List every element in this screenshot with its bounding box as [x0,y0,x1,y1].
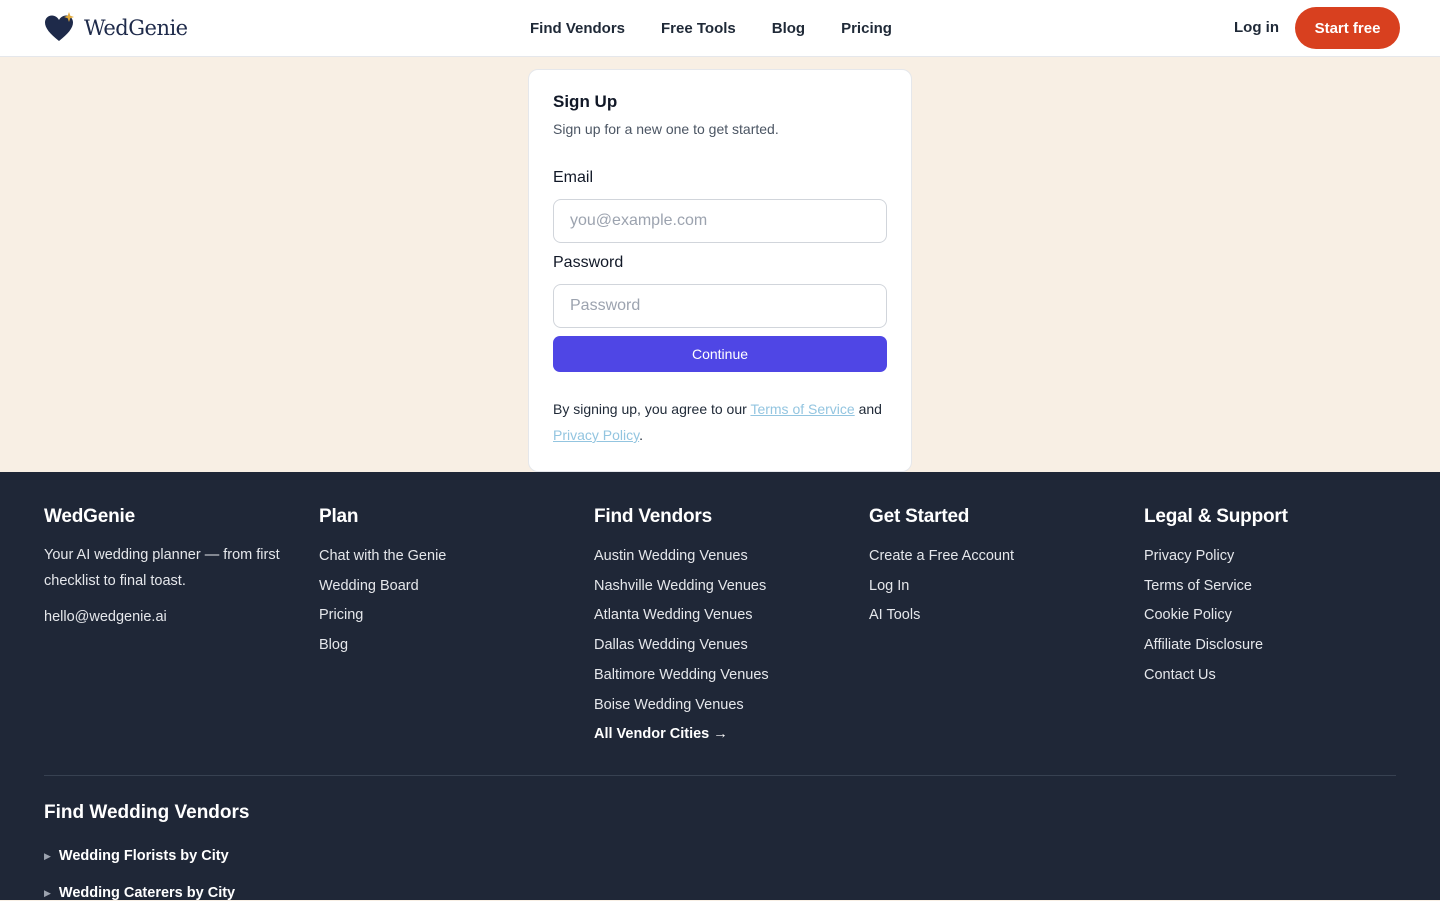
footer-email-link[interactable]: hello@wedgenie.ai [44,609,304,625]
heart-sparkle-icon [45,12,74,41]
footer-link-boise-venues[interactable]: Boise Wedding Venues [594,697,744,713]
footer-legal-title: Legal & Support [1144,506,1288,527]
terms-and: and [858,401,882,417]
signup-title: Sign Up [553,92,618,111]
footer-vendors-column: Find Vendors Austin Wedding Venues Nashv… [594,506,854,750]
password-field[interactable] [553,284,887,328]
footer-link-terms-of-service[interactable]: Terms of Service [1144,578,1252,594]
main-nav: Find Vendors Free Tools Blog Pricing [530,0,892,56]
terms-notice: By signing up, you agree to our Terms of… [553,396,893,448]
signup-card: Sign Up Sign up for a new one to get sta… [528,69,912,472]
disclosure-caterers-label: Wedding Caterers by City [58,885,236,901]
terms-suffix: . [639,427,643,443]
footer-link-pricing[interactable]: Pricing [319,607,363,623]
login-link[interactable]: Log in [1234,19,1279,36]
footer-plan-column: Plan Chat with the Genie Wedding Board P… [319,506,579,661]
email-label: Email [553,169,594,186]
site-footer: WedGenie Your AI wedding planner — from … [0,472,1440,901]
footer-link-baltimore-venues[interactable]: Baltimore Wedding Venues [594,667,769,683]
footer-link-affiliate-disclosure[interactable]: Affiliate Disclosure [1144,637,1263,653]
terms-of-service-link[interactable]: Terms of Service [750,401,854,417]
nav-free-tools[interactable]: Free Tools [661,20,736,37]
footer-vendors-title: Find Vendors [594,506,712,527]
footer-legal-column: Legal & Support Privacy Policy Terms of … [1144,506,1404,691]
caret-right-icon: ▶ [44,887,51,898]
footer-link-ai-tools[interactable]: AI Tools [869,607,920,623]
footer-link-chat-genie[interactable]: Chat with the Genie [319,548,446,564]
footer-link-austin-venues[interactable]: Austin Wedding Venues [594,548,748,564]
footer-tagline: Your AI wedding planner — from first che… [44,547,280,589]
footer-get-started-column: Get Started Create a Free Account Log In… [869,506,1129,631]
footer-divider [44,775,1396,776]
footer-link-dallas-venues[interactable]: Dallas Wedding Venues [594,637,748,653]
signup-subtitle: Sign up for a new one to get started. [553,121,779,137]
email-field[interactable] [553,199,887,243]
nav-find-vendors[interactable]: Find Vendors [530,20,625,37]
start-free-button[interactable]: Start free [1295,7,1400,49]
footer-link-create-account[interactable]: Create a Free Account [869,548,1014,564]
footer-link-privacy-policy[interactable]: Privacy Policy [1144,548,1234,564]
brand-logo[interactable]: WedGenie [44,12,188,44]
disclosure-caterers[interactable]: ▶ Wedding Caterers by City [44,885,235,901]
footer-brand-title: WedGenie [44,506,135,527]
nav-blog[interactable]: Blog [772,20,805,37]
footer-link-blog[interactable]: Blog [319,637,348,653]
caret-right-icon: ▶ [44,850,51,861]
footer-brand-column: WedGenie Your AI wedding planner — from … [44,506,304,625]
terms-prefix: By signing up, you agree to our [553,401,747,417]
brand-name: WedGenie [84,16,188,40]
footer-get-started-title: Get Started [869,506,970,527]
continue-button[interactable]: Continue [553,336,887,372]
footer-link-contact-us[interactable]: Contact Us [1144,667,1216,683]
disclosure-florists-label: Wedding Florists by City [58,848,229,864]
privacy-policy-link[interactable]: Privacy Policy [553,427,639,443]
disclosure-florists[interactable]: ▶ Wedding Florists by City [44,848,229,864]
site-header: WedGenie Find Vendors Free Tools Blog Pr… [0,0,1440,57]
nav-pricing[interactable]: Pricing [841,20,892,37]
footer-link-log-in[interactable]: Log In [869,578,909,594]
footer-link-atlanta-venues[interactable]: Atlanta Wedding Venues [594,607,753,623]
footer-link-wedding-board[interactable]: Wedding Board [319,578,419,594]
footer-link-all-vendor-cities[interactable]: All Vendor Cities → [594,726,728,742]
footer-plan-title: Plan [319,506,359,527]
password-label: Password [553,254,624,271]
footer-link-cookie-policy[interactable]: Cookie Policy [1144,607,1232,623]
footer-link-nashville-venues[interactable]: Nashville Wedding Venues [594,578,766,594]
find-wedding-vendors-title: Find Wedding Vendors [44,802,250,823]
